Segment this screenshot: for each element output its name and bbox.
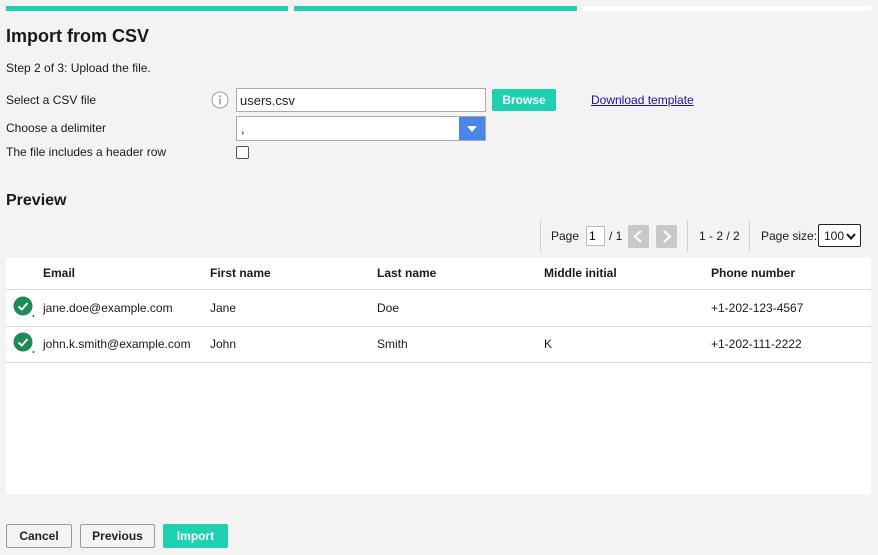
page-total: / 1 <box>609 229 623 243</box>
cell-last-name: Smith <box>377 337 408 351</box>
column-header-last-name: Last name <box>377 266 437 280</box>
cell-last-name: Doe <box>377 301 400 315</box>
page-number-input[interactable] <box>586 226 605 246</box>
check-circle-icon <box>13 296 35 317</box>
progress-step-1 <box>6 6 288 11</box>
delimiter-label: Choose a delimiter <box>6 121 107 135</box>
preview-title: Preview <box>6 192 67 209</box>
column-header-first-name: First name <box>210 266 271 280</box>
cancel-button[interactable]: Cancel <box>6 524 72 548</box>
table-row: jane.doe@example.com Jane Doe +1-202-123… <box>6 290 871 327</box>
cell-middle-initial: K <box>544 337 553 351</box>
next-page-button[interactable] <box>656 225 677 248</box>
pager-divider <box>749 220 750 252</box>
column-header-phone-number: Phone number <box>711 266 796 280</box>
cell-email: john.k.smith@example.com <box>43 337 191 351</box>
column-header-email: Email <box>43 266 76 280</box>
previous-button[interactable]: Previous <box>80 524 155 548</box>
delimiter-value: , <box>241 121 245 136</box>
column-header-middle-initial: Middle initial <box>544 266 617 280</box>
page-range: 1 - 2 / 2 <box>699 229 740 243</box>
pager-divider <box>687 220 688 252</box>
import-button[interactable]: Import <box>163 524 228 548</box>
table-row: john.k.smith@example.com John Smith K +1… <box>6 326 871 363</box>
cell-first-name: Jane <box>210 301 237 315</box>
progress-step-3 <box>583 6 871 11</box>
cell-phone-number: +1-202-111-2222 <box>711 337 802 351</box>
cell-email: jane.doe@example.com <box>43 301 173 315</box>
page-label: Page <box>551 229 580 243</box>
progress-step-2 <box>294 6 577 11</box>
page-title: Import from CSV <box>6 26 150 46</box>
chevron-down-icon <box>846 233 856 240</box>
page-size-label: Page size: <box>761 229 818 243</box>
header-row-checkbox[interactable] <box>236 146 249 159</box>
cell-phone-number: +1-202-123-4567 <box>711 301 804 315</box>
step-progress-bar <box>6 6 871 11</box>
pager-divider <box>540 220 541 252</box>
info-icon[interactable] <box>211 91 229 109</box>
header-row-label: The file includes a header row <box>6 145 167 159</box>
chevron-left-icon <box>633 230 642 243</box>
prev-page-button[interactable] <box>628 225 649 248</box>
browse-button[interactable]: Browse <box>492 89 556 111</box>
download-template-link[interactable]: Download template <box>591 93 694 107</box>
delimiter-select[interactable]: , <box>236 116 486 141</box>
page-size-value: 100 <box>824 229 845 243</box>
preview-table: Email First name Last name Middle initia… <box>6 258 871 494</box>
step-description: Step 2 of 3: Upload the file. <box>6 61 151 75</box>
page-size-select[interactable]: 100 <box>818 224 861 247</box>
file-label: Select a CSV file <box>6 93 97 107</box>
chevron-right-icon <box>663 230 672 243</box>
chevron-down-icon[interactable] <box>459 117 485 140</box>
cell-first-name: John <box>210 337 237 351</box>
check-circle-icon <box>13 332 35 353</box>
file-path-input[interactable] <box>236 88 486 112</box>
